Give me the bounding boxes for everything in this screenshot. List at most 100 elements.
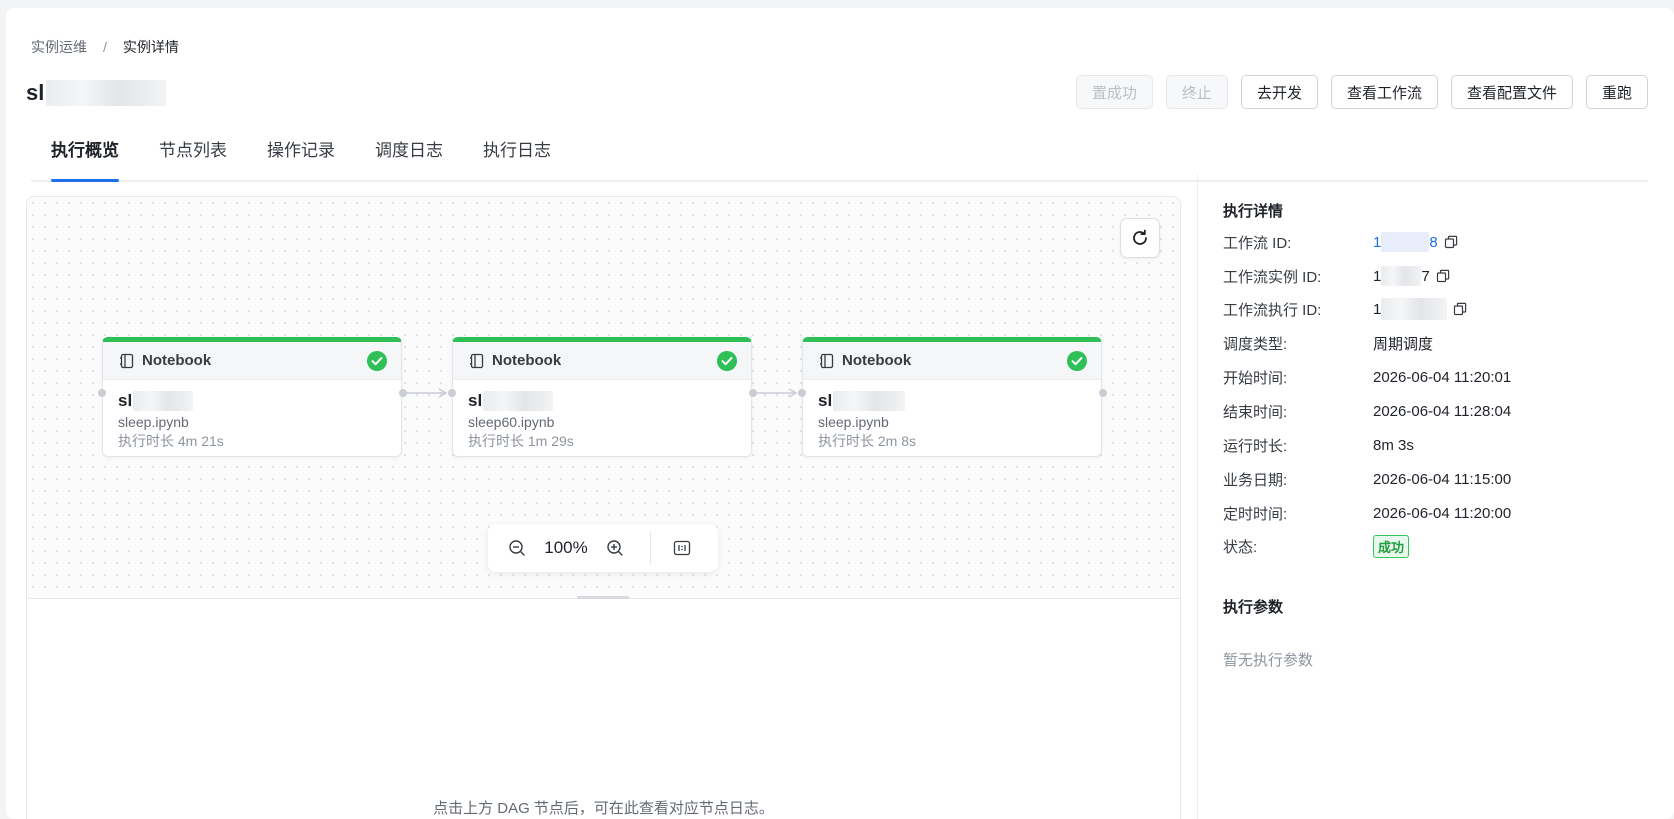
zoom-out-button[interactable]	[498, 524, 536, 572]
node-duration: 执行时长 4m 21s	[118, 433, 224, 449]
workflow-execution-id-value: 1	[1373, 298, 1467, 320]
tab-schedule-log[interactable]: 调度日志	[355, 130, 463, 180]
workflow-id-row: 工作流 ID: 1 8	[1223, 231, 1458, 253]
notebook-icon	[120, 353, 134, 368]
breadcrumb: 实例运维 / 实例详情	[31, 37, 179, 57]
business-date-value: 2026-06-04 11:15:00	[1373, 470, 1512, 488]
go-develop-button[interactable]: 去开发	[1240, 75, 1318, 109]
node-1-input-port[interactable]	[98, 389, 106, 397]
node-2-input-port[interactable]	[448, 389, 456, 397]
dag-panel: Notebook sl sleep.ipynb 执行时长 4m 21s Note…	[26, 196, 1181, 819]
redacted-id-blur	[1381, 266, 1422, 286]
business-date-label: 业务日期:	[1223, 471, 1288, 489]
copy-icon[interactable]	[1444, 235, 1458, 249]
start-time-value: 2026-06-04 11:20:01	[1373, 368, 1512, 386]
workflow-execution-id-label: 工作流执行 ID:	[1223, 301, 1322, 319]
node-file: sleep.ipynb	[818, 414, 889, 430]
tab-execution-overview[interactable]: 执行概览	[31, 130, 139, 182]
scheduled-time-row: 定时时间: 2026-06-04 11:20:00	[1223, 502, 1511, 524]
workflow-instance-id-value: 1 7	[1373, 266, 1450, 286]
instance-detail-page: 实例运维 / 实例详情 sl 置成功 终止 去开发 查看工作流 查看配置文件 重…	[6, 8, 1674, 819]
actual-size-icon	[673, 540, 691, 556]
execution-details-title: 执行详情	[1223, 203, 1284, 220]
redacted-id-blur	[1381, 298, 1448, 320]
node-2-output-port[interactable]	[749, 389, 757, 397]
status-badge: 成功	[1373, 534, 1410, 558]
tab-execution-log[interactable]: 执行日志	[463, 130, 571, 180]
copy-icon[interactable]	[1436, 269, 1450, 283]
node-type-label: Notebook	[142, 352, 212, 369]
workflow-id-value[interactable]: 1 8	[1373, 232, 1458, 252]
node-type-label: Notebook	[842, 352, 912, 369]
node-file: sleep60.ipynb	[468, 414, 555, 430]
node-duration: 执行时长 2m 8s	[818, 433, 917, 449]
panel-resize-handle[interactable]	[577, 596, 629, 599]
success-check-icon	[367, 350, 387, 371]
start-time-row: 开始时间: 2026-06-04 11:20:01	[1223, 366, 1511, 388]
tab-node-list[interactable]: 节点列表	[139, 130, 247, 180]
workflow-id-label: 工作流 ID:	[1223, 234, 1292, 252]
node-name: sl	[468, 389, 736, 413]
execution-params-title: 执行参数	[1223, 599, 1284, 616]
zoom-level: 100%	[544, 538, 588, 557]
zoom-out-icon	[509, 540, 525, 556]
node-header: Notebook	[103, 342, 401, 380]
schedule-type-label: 调度类型:	[1223, 335, 1288, 353]
view-workflow-button[interactable]: 查看工作流	[1330, 75, 1438, 109]
dag-node-3[interactable]: Notebook sl sleep.ipynb 执行时长 2m 8s	[802, 337, 1102, 457]
dag-node-2[interactable]: Notebook sl sleep60.ipynb 执行时长 1m 29s	[452, 337, 752, 457]
workflow-execution-id-row: 工作流执行 ID: 1	[1223, 298, 1467, 320]
empty-params-text: 暂无执行参数	[1223, 652, 1314, 669]
success-check-icon	[1067, 350, 1087, 371]
node-1-output-port[interactable]	[399, 389, 407, 397]
copy-icon[interactable]	[1453, 302, 1467, 316]
node-name: sl	[118, 389, 386, 413]
node-duration: 执行时长 1m 29s	[468, 433, 574, 449]
view-config-file-button[interactable]: 查看配置文件	[1450, 75, 1573, 109]
redacted-title-blur	[46, 80, 167, 106]
run-duration-value: 8m 3s	[1373, 436, 1414, 454]
set-success-button[interactable]: 置成功	[1075, 75, 1153, 109]
status-label: 状态:	[1223, 538, 1258, 556]
redacted-id-blur	[1381, 232, 1430, 252]
run-duration-row: 运行时长: 8m 3s	[1223, 434, 1414, 456]
page-title: sl	[26, 80, 45, 105]
breadcrumb-current: 实例详情	[122, 39, 179, 55]
schedule-type-row: 调度类型: 周期调度	[1223, 332, 1433, 354]
breadcrumb-separator: /	[103, 39, 107, 55]
terminate-button[interactable]: 终止	[1165, 75, 1228, 109]
dag-canvas[interactable]: Notebook sl sleep.ipynb 执行时长 4m 21s Note…	[27, 197, 1180, 599]
zoom-in-icon	[607, 540, 623, 556]
zoom-in-button[interactable]	[596, 524, 634, 572]
node-type-label: Notebook	[492, 352, 562, 369]
start-time-label: 开始时间:	[1223, 369, 1288, 387]
execution-details-panel: 执行详情 工作流 ID: 1 8 工作流实例 ID: 1 7 工作流执行 ID:…	[1197, 174, 1674, 819]
scheduled-time-value: 2026-06-04 11:20:00	[1373, 504, 1512, 522]
breadcrumb-parent-link[interactable]: 实例运维	[31, 37, 87, 57]
node-file: sleep.ipynb	[118, 414, 189, 430]
redacted-name-blur	[483, 391, 554, 411]
notebook-icon	[470, 353, 484, 368]
end-time-row: 结束时间: 2026-06-04 11:28:04	[1223, 400, 1511, 422]
workflow-instance-id-label: 工作流实例 ID:	[1223, 268, 1322, 286]
zoom-divider	[650, 531, 651, 565]
dag-node-1[interactable]: Notebook sl sleep.ipynb 执行时长 4m 21s	[102, 337, 402, 457]
node-3-output-port[interactable]	[1099, 389, 1107, 397]
node-name: sl	[818, 389, 1086, 413]
end-time-value: 2026-06-04 11:28:04	[1373, 402, 1512, 420]
notebook-icon	[820, 353, 834, 368]
workflow-instance-id-row: 工作流实例 ID: 1 7	[1223, 265, 1450, 287]
fit-actual-size-button[interactable]	[663, 524, 701, 572]
rerun-button[interactable]: 重跑	[1585, 75, 1648, 109]
node-3-input-port[interactable]	[798, 389, 806, 397]
log-hint-text: 点击上方 DAG 节点后，可在此查看对应节点日志。	[433, 800, 774, 817]
end-time-label: 结束时间:	[1223, 403, 1288, 421]
node-header: Notebook	[453, 342, 751, 380]
tab-operation-records[interactable]: 操作记录	[247, 130, 355, 180]
action-bar: 置成功 终止 去开发 查看工作流 查看配置文件 重跑	[1075, 75, 1648, 109]
business-date-row: 业务日期: 2026-06-04 11:15:00	[1223, 468, 1511, 490]
status-row: 状态: 成功	[1223, 534, 1410, 558]
redacted-name-blur	[133, 391, 194, 411]
page-title-row: sl	[26, 80, 167, 106]
node-log-area: 点击上方 DAG 节点后，可在此查看对应节点日志。	[27, 607, 1180, 819]
